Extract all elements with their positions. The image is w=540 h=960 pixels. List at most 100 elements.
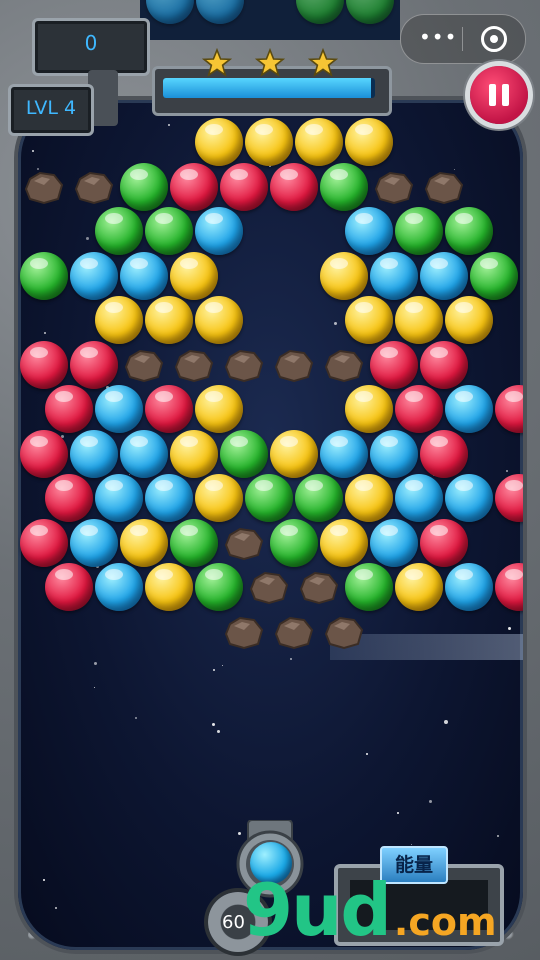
rock-obstacle xyxy=(224,527,264,560)
green-bubble xyxy=(245,474,293,522)
background-star xyxy=(497,835,499,837)
background-star xyxy=(366,753,368,755)
watermark-suffix: .com xyxy=(393,900,497,944)
red-bubble xyxy=(70,340,118,389)
background-star xyxy=(212,723,215,726)
pause-button[interactable] xyxy=(470,66,528,124)
rock-obstacle xyxy=(124,349,164,382)
red-bubble xyxy=(220,162,268,211)
green-bubble xyxy=(295,474,343,522)
yellow-bubble xyxy=(145,296,193,344)
bubble xyxy=(296,0,344,24)
yellow-bubble xyxy=(320,518,368,567)
red-bubble xyxy=(20,518,68,567)
background-star xyxy=(429,800,432,803)
background-star xyxy=(44,332,46,334)
bubble xyxy=(196,0,244,24)
blue-bubble xyxy=(195,207,243,255)
star-icon xyxy=(202,48,232,77)
background-star xyxy=(217,730,220,733)
yellow-bubble xyxy=(195,385,243,433)
green-bubble xyxy=(95,207,143,255)
background-star xyxy=(94,662,97,665)
yellow-bubble xyxy=(195,474,243,522)
red-bubble xyxy=(495,385,523,433)
rock-obstacle xyxy=(324,616,364,649)
blue-bubble xyxy=(395,474,443,522)
background-star xyxy=(32,150,34,152)
target-circle-icon[interactable] xyxy=(481,26,507,52)
green-bubble xyxy=(395,207,443,255)
green-bubble xyxy=(145,207,193,255)
background-star xyxy=(397,812,399,814)
rock-obstacle xyxy=(299,571,339,605)
blue-bubble xyxy=(95,474,143,522)
yellow-bubble xyxy=(345,118,393,166)
background-star xyxy=(290,658,292,660)
rock-obstacle xyxy=(274,349,314,382)
background-star xyxy=(55,907,57,909)
yellow-bubble xyxy=(170,251,218,300)
blue-bubble xyxy=(120,251,168,300)
green-bubble xyxy=(345,563,393,611)
rock-obstacle xyxy=(249,571,289,605)
red-bubble xyxy=(145,385,193,433)
red-bubble xyxy=(370,340,418,389)
progress-fill xyxy=(163,78,371,98)
progress-track xyxy=(163,78,375,98)
yellow-bubble xyxy=(295,118,343,166)
background-star xyxy=(508,627,511,630)
rock-obstacle xyxy=(224,349,264,382)
background-star xyxy=(43,879,45,881)
blue-bubble xyxy=(370,251,418,300)
green-bubble xyxy=(320,162,368,211)
blue-bubble xyxy=(370,518,418,567)
rock-obstacle xyxy=(224,616,264,649)
blue-bubble xyxy=(445,474,493,522)
background-star xyxy=(129,474,130,475)
yellow-bubble xyxy=(195,296,243,344)
green-bubble xyxy=(470,251,518,300)
pause-icon xyxy=(489,84,496,106)
yellow-bubble xyxy=(120,518,168,567)
blue-bubble xyxy=(70,518,118,567)
background-star xyxy=(506,470,508,472)
red-bubble xyxy=(45,474,93,522)
background-star xyxy=(168,124,170,126)
star-icon xyxy=(255,48,285,77)
blue-bubble xyxy=(445,385,493,433)
more-dots-icon[interactable]: ••• xyxy=(419,25,457,49)
background-star xyxy=(334,322,337,325)
yellow-bubble xyxy=(395,296,443,344)
rock-obstacle xyxy=(324,349,364,382)
blue-bubble xyxy=(95,385,143,433)
green-bubble xyxy=(120,162,168,211)
yellow-bubble xyxy=(270,429,318,478)
yellow-bubble xyxy=(345,296,393,344)
blue-bubble xyxy=(70,251,118,300)
wechat-capsule-menu: ••• xyxy=(400,14,526,64)
rock-obstacle xyxy=(74,171,114,204)
blue-bubble xyxy=(345,207,393,255)
green-bubble xyxy=(170,518,218,567)
blue-bubble xyxy=(120,429,168,478)
background-star xyxy=(135,717,137,719)
capsule-divider xyxy=(462,27,463,51)
yellow-bubble xyxy=(95,296,143,344)
red-bubble xyxy=(420,429,468,478)
red-bubble xyxy=(495,563,523,611)
rock-obstacle xyxy=(424,171,464,204)
level-label: LVL 4 xyxy=(25,97,77,119)
top-bubble-strip xyxy=(140,0,400,40)
rock-obstacle xyxy=(174,349,214,382)
ammo-count: 60 xyxy=(222,912,245,933)
yellow-bubble xyxy=(245,118,293,166)
green-bubble xyxy=(20,251,68,300)
red-bubble xyxy=(20,340,68,389)
watermark-main: 9ud xyxy=(243,868,392,952)
blue-bubble xyxy=(95,563,143,611)
blue-bubble xyxy=(320,429,368,478)
red-bubble xyxy=(45,563,93,611)
red-bubble xyxy=(270,162,318,211)
red-bubble xyxy=(20,429,68,478)
